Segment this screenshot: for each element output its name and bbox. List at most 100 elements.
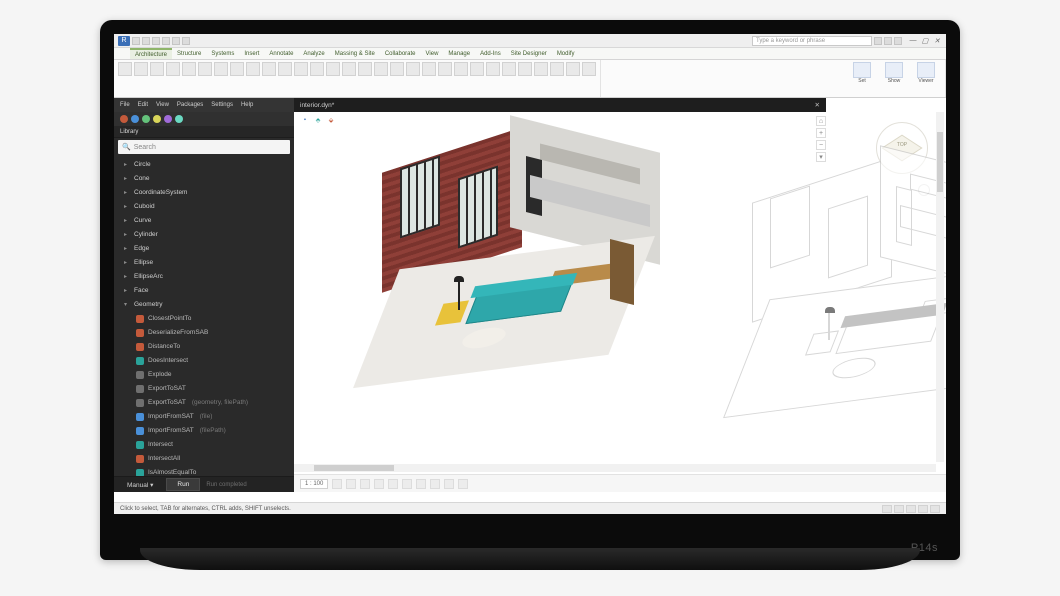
tree-node-coordinatesystem[interactable]: ▸CoordinateSystem <box>114 186 294 200</box>
model-viewport[interactable]: ⬩ ⬘ ⬙ ⌂ + − ▾ TOP <box>294 112 946 492</box>
dynamo-tool-icon[interactable] <box>175 115 183 123</box>
ribbon-tool[interactable] <box>134 62 148 76</box>
dynamo-tool-icon[interactable] <box>164 115 172 123</box>
view-scale-select[interactable]: 1 : 100 <box>300 479 328 489</box>
tree-leaf-intersectall[interactable]: IntersectAll <box>114 452 294 466</box>
document-tab[interactable]: interior.dyn* ✕ <box>294 98 826 112</box>
ribbon-tool[interactable] <box>454 62 468 76</box>
tree-node-curve[interactable]: ▸Curve <box>114 214 294 228</box>
help-icon[interactable] <box>894 37 902 45</box>
document-tab-close-icon[interactable]: ✕ <box>815 101 820 109</box>
tree-expand-icon[interactable]: ▾ <box>124 299 130 311</box>
dynamo-tool-icon[interactable] <box>142 115 150 123</box>
ribbon-tool[interactable] <box>502 62 516 76</box>
qat-icon[interactable] <box>172 37 180 45</box>
ribbon-tab-insert[interactable]: Insert <box>239 48 264 59</box>
ribbon-button-viewer[interactable]: Viewer <box>911 62 941 84</box>
display-wire-icon[interactable]: ⬙ <box>326 116 336 124</box>
ribbon-tool[interactable] <box>422 62 436 76</box>
ribbon-tool[interactable] <box>118 62 132 76</box>
window-maximize-button[interactable]: ▢ <box>920 37 930 45</box>
tree-expand-icon[interactable]: ▸ <box>124 159 130 171</box>
ribbon-tool[interactable] <box>198 62 212 76</box>
detail-level-icon[interactable] <box>332 479 342 489</box>
ribbon-tool[interactable] <box>534 62 548 76</box>
tree-leaf-deserializefromsab[interactable]: DeserializeFromSAB <box>114 326 294 340</box>
dynamo-tool-icon[interactable] <box>153 115 161 123</box>
library-search-input[interactable]: 🔍 Search <box>118 140 290 154</box>
ribbon-tool[interactable] <box>486 62 500 76</box>
ribbon-tab-architecture[interactable]: Architecture <box>130 48 172 59</box>
app-logo[interactable]: R <box>118 36 130 46</box>
tree-leaf-importfromsat[interactable]: ImportFromSAT(filePath) <box>114 424 294 438</box>
tree-node-cuboid[interactable]: ▸Cuboid <box>114 200 294 214</box>
tree-node-cone[interactable]: ▸Cone <box>114 172 294 186</box>
ribbon-tab-structure[interactable]: Structure <box>172 48 206 59</box>
status-icon[interactable] <box>894 505 904 513</box>
status-icon[interactable] <box>906 505 916 513</box>
dynamo-menu-packages[interactable]: Packages <box>177 102 203 108</box>
dynamo-menu-view[interactable]: View <box>156 102 169 108</box>
steering-wheel-icon[interactable] <box>918 184 930 196</box>
ribbon-tool[interactable] <box>342 62 356 76</box>
ribbon-button-show[interactable]: Show <box>879 62 909 84</box>
ribbon-tool[interactable] <box>150 62 164 76</box>
tree-leaf-closestpointto[interactable]: ClosestPointTo <box>114 312 294 326</box>
dynamo-tool-icon[interactable] <box>120 115 128 123</box>
ribbon-tool[interactable] <box>310 62 324 76</box>
run-mode-select[interactable]: Manual ▾ <box>120 478 160 492</box>
ribbon-tab-view[interactable]: View <box>421 48 444 59</box>
tree-leaf-doesintersect[interactable]: DoesIntersect <box>114 354 294 368</box>
status-icon[interactable] <box>930 505 940 513</box>
tree-node-ellipse[interactable]: ▸Ellipse <box>114 256 294 270</box>
ribbon-tab-manage[interactable]: Manage <box>443 48 475 59</box>
ribbon-tool[interactable] <box>550 62 564 76</box>
ribbon-tool[interactable] <box>278 62 292 76</box>
ribbon-tool[interactable] <box>230 62 244 76</box>
tree-leaf-exporttosat[interactable]: ExportToSAT <box>114 382 294 396</box>
crop-region-icon[interactable] <box>402 479 412 489</box>
ribbon-tool[interactable] <box>390 62 404 76</box>
tree-node-face[interactable]: ▸Face <box>114 284 294 298</box>
ribbon-tab-add-ins[interactable]: Add-Ins <box>475 48 506 59</box>
ribbon-tab-analyze[interactable]: Analyze <box>298 48 329 59</box>
library-tree[interactable]: ▸Circle▸Cone▸CoordinateSystem▸Cuboid▸Cur… <box>114 156 294 476</box>
dynamo-menu-edit[interactable]: Edit <box>138 102 148 108</box>
ribbon-tool[interactable] <box>438 62 452 76</box>
viewport-scrollbar-horizontal[interactable] <box>294 464 936 472</box>
tree-node-circle[interactable]: ▸Circle <box>114 158 294 172</box>
favorite-icon[interactable] <box>884 37 892 45</box>
run-button[interactable]: Run <box>166 478 200 491</box>
window-close-button[interactable]: ✕ <box>932 37 942 45</box>
qat-icon[interactable] <box>162 37 170 45</box>
ribbon-tool[interactable] <box>358 62 372 76</box>
tree-expand-icon[interactable]: ▸ <box>124 215 130 227</box>
qat-icon[interactable] <box>132 37 140 45</box>
help-search-input[interactable]: Type a keyword or phrase <box>752 36 872 46</box>
ribbon-tab-modify[interactable]: Modify <box>552 48 580 59</box>
window-minimize-button[interactable]: — <box>908 37 918 45</box>
tree-leaf-isalmostequalto[interactable]: IsAlmostEqualTo <box>114 466 294 476</box>
tree-expand-icon[interactable]: ▸ <box>124 201 130 213</box>
ribbon-tool[interactable] <box>518 62 532 76</box>
tree-expand-icon[interactable]: ▸ <box>124 285 130 297</box>
ribbon-tab-collaborate[interactable]: Collaborate <box>380 48 421 59</box>
shadows-icon[interactable] <box>374 479 384 489</box>
status-icon[interactable] <box>882 505 892 513</box>
ribbon-button-set[interactable]: Set <box>847 62 877 84</box>
qat-icon[interactable] <box>142 37 150 45</box>
worksharing-icon[interactable] <box>458 479 468 489</box>
view-dropdown-icon[interactable]: ▾ <box>816 152 826 162</box>
display-hidden-icon[interactable]: ⬘ <box>313 116 323 124</box>
scrollbar-thumb[interactable] <box>314 465 394 471</box>
ribbon-tool[interactable] <box>214 62 228 76</box>
ribbon-tool[interactable] <box>326 62 340 76</box>
tree-leaf-distanceto[interactable]: DistanceTo <box>114 340 294 354</box>
scrollbar-thumb[interactable] <box>937 132 943 192</box>
user-icon[interactable] <box>874 37 882 45</box>
tree-leaf-exporttosat[interactable]: ExportToSAT(geometry, filePath) <box>114 396 294 410</box>
tree-expand-icon[interactable]: ▸ <box>124 271 130 283</box>
tree-expand-icon[interactable]: ▸ <box>124 257 130 269</box>
tree-expand-icon[interactable]: ▸ <box>124 173 130 185</box>
tree-node-edge[interactable]: ▸Edge <box>114 242 294 256</box>
